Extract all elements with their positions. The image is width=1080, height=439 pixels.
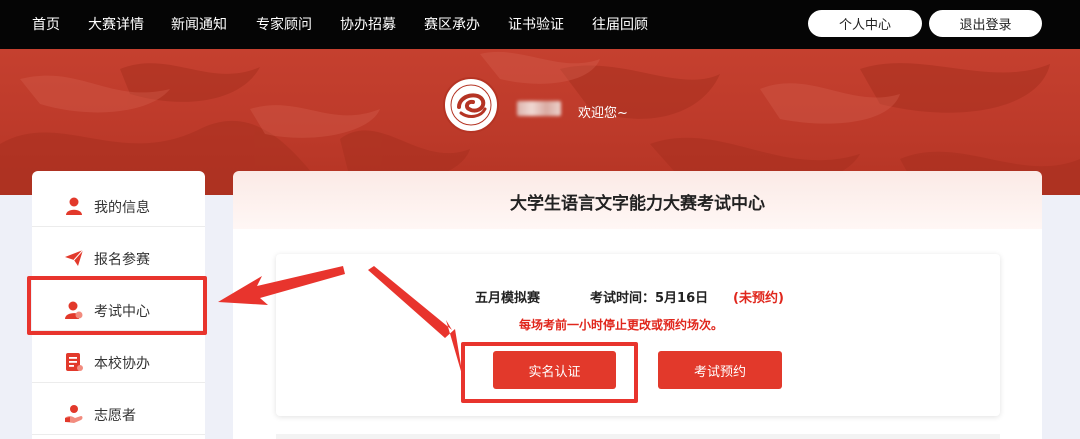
document-list-icon — [66, 353, 83, 371]
nav-item-experts[interactable]: 专家顾问 — [256, 14, 312, 34]
sidebar-item-school-coorganize[interactable]: 本校协办 — [32, 335, 205, 387]
sidebar-item-label: 志愿者 — [94, 408, 136, 424]
annotation-highlight-verify-button — [461, 342, 638, 403]
logout-button[interactable]: 退出登录 — [929, 10, 1042, 37]
divider — [32, 382, 205, 383]
nav-item-past-review[interactable]: 往届回顾 — [592, 14, 648, 34]
exam-status-badge: (未预约) — [733, 291, 784, 306]
nav-item-contest-details[interactable]: 大赛详情 — [88, 14, 144, 34]
divider — [32, 226, 205, 227]
divider — [32, 434, 205, 435]
nav-item-regional-host[interactable]: 赛区承办 — [424, 14, 480, 34]
exam-notice: 每场考前一小时停止更改或预约场次。 — [519, 318, 724, 332]
page-title: 大学生语言文字能力大赛考试中心 — [510, 194, 765, 214]
nav-item-home[interactable]: 首页 — [32, 14, 60, 34]
main-panel-header: 大学生语言文字能力大赛考试中心 — [233, 171, 1042, 229]
sidebar-item-my-info[interactable]: 我的信息 — [32, 179, 205, 231]
nav-item-co-organizer[interactable]: 协办招募 — [340, 14, 396, 34]
top-navigation-bar: 首页 大赛详情 新闻通知 专家顾问 协办招募 赛区承办 证书验证 往届回顾 个人… — [0, 0, 1080, 49]
sidebar-item-label: 我的信息 — [94, 200, 150, 216]
exam-time: 考试时间：5月16日 — [590, 291, 709, 306]
annotation-highlight-exam-center — [27, 276, 207, 335]
contest-logo — [443, 77, 499, 133]
user-icon — [66, 197, 82, 215]
sidebar-item-label: 本校协办 — [94, 356, 150, 372]
exam-card — [276, 254, 1000, 416]
nav-item-certificate[interactable]: 证书验证 — [508, 14, 564, 34]
sidebar-item-volunteer[interactable]: 志愿者 — [32, 387, 205, 439]
welcome-text: 欢迎您~ — [578, 106, 628, 121]
exam-booking-button[interactable]: 考试预约 — [658, 351, 782, 389]
blurred-username — [517, 101, 561, 116]
paper-plane-icon — [65, 249, 84, 266]
next-card-edge — [276, 434, 1000, 439]
helping-hand-icon — [65, 405, 83, 423]
sidebar-item-label: 报名参赛 — [94, 252, 150, 268]
nav-item-news[interactable]: 新闻通知 — [171, 14, 227, 34]
exam-name: 五月模拟赛 — [475, 291, 541, 306]
profile-center-button[interactable]: 个人中心 — [808, 10, 922, 37]
